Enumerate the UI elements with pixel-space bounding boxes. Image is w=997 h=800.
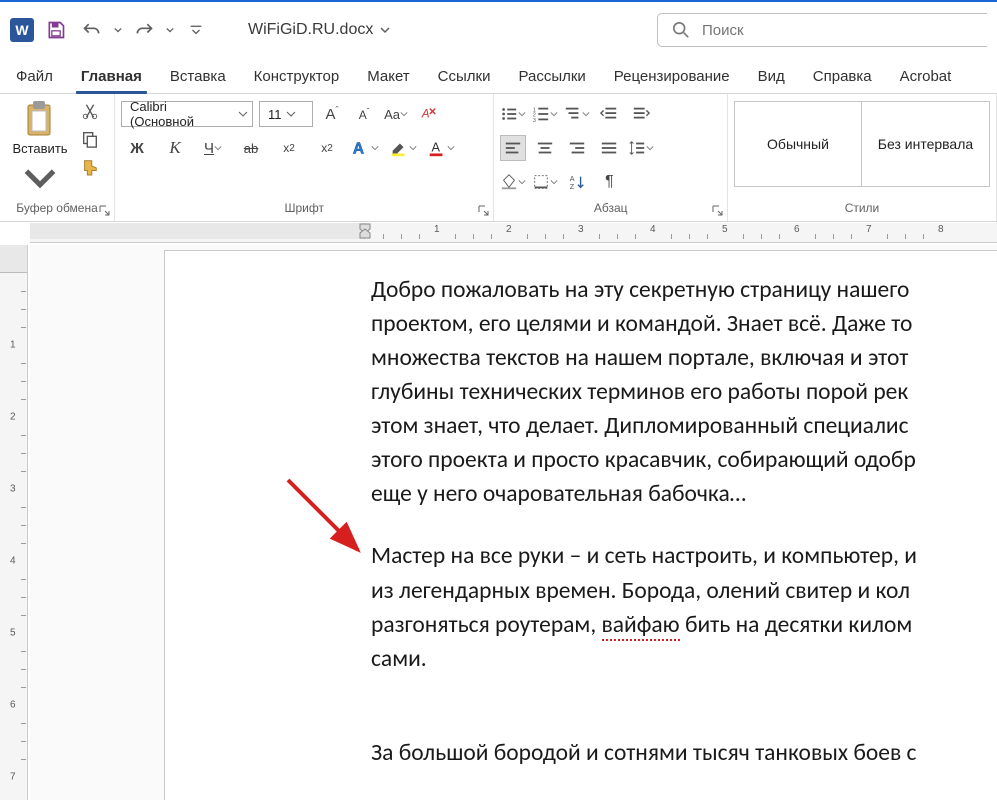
search-box[interactable]	[657, 13, 987, 47]
chevron-down-icon	[379, 24, 391, 36]
clear-formatting-button[interactable]: A	[415, 101, 441, 127]
show-marks-button[interactable]: ¶	[596, 169, 622, 195]
decrease-indent-button[interactable]	[596, 101, 622, 127]
underline-button[interactable]: Ч	[197, 135, 229, 161]
redo-button[interactable]	[130, 16, 158, 44]
tab-mailings[interactable]: Рассылки	[504, 62, 599, 93]
svg-text:A: A	[353, 140, 364, 157]
font-color-button[interactable]: A	[425, 135, 457, 161]
align-center-button[interactable]	[532, 135, 558, 161]
style-no-spacing[interactable]: Без интервала	[862, 101, 990, 187]
tab-references[interactable]: Ссылки	[424, 62, 505, 93]
ribbon-tabs: Файл Главная Вставка Конструктор Макет С…	[0, 58, 997, 94]
strikethrough-button[interactable]: ab	[235, 135, 267, 161]
save-button[interactable]	[42, 16, 70, 44]
group-styles-label: Стили	[734, 199, 990, 219]
document-name-label: WiFiGiD.RU.docx	[248, 21, 373, 39]
highlight-button[interactable]	[387, 135, 419, 161]
tab-help[interactable]: Справка	[799, 62, 886, 93]
shading-button[interactable]	[500, 169, 526, 195]
group-font: Calibri (Основной 11 Aˆ Aˇ Aa A Ж К Ч ab…	[115, 94, 494, 221]
decrease-font-button[interactable]: Aˇ	[351, 101, 377, 127]
text-line[interactable]: Мастер на все руки – и сеть настроить, и…	[371, 539, 997, 675]
ruler-scale: 12345678	[365, 223, 997, 239]
group-clipboard: Вставить Буфер обмена	[0, 94, 115, 221]
tab-layout[interactable]: Макет	[353, 62, 423, 93]
increase-font-button[interactable]: Aˆ	[319, 101, 345, 127]
paste-label: Вставить	[12, 141, 67, 156]
text-line[interactable]: За большой бородой и сотнями тысяч танко…	[371, 736, 997, 770]
svg-text:A: A	[432, 140, 441, 155]
svg-text:A: A	[421, 108, 430, 121]
clipboard-dialog-launcher[interactable]	[97, 203, 111, 217]
subscript-button[interactable]: x2	[273, 135, 305, 161]
bullets-button[interactable]	[500, 101, 526, 127]
app-word-icon: W	[10, 18, 34, 42]
align-left-button[interactable]	[500, 135, 526, 161]
paste-button[interactable]: Вставить	[6, 99, 74, 198]
search-input[interactable]	[702, 22, 973, 39]
document-title[interactable]: WiFiGiD.RU.docx	[248, 21, 391, 39]
search-icon	[672, 21, 690, 39]
style-normal[interactable]: Обычный	[734, 101, 862, 187]
group-clipboard-label: Буфер обмена	[6, 199, 108, 219]
sort-button[interactable]: AZ	[564, 169, 590, 195]
group-styles: Обычный Без интервала Стили	[728, 94, 997, 221]
increase-indent-button[interactable]	[628, 101, 654, 127]
group-paragraph-label: Абзац	[500, 199, 721, 219]
document-canvas[interactable]: Добро пожаловать на эту секретную страни…	[30, 245, 997, 800]
svg-text:3: 3	[533, 118, 536, 123]
cut-button[interactable]	[78, 99, 102, 123]
copy-button[interactable]	[78, 127, 102, 151]
italic-button[interactable]: К	[159, 135, 191, 161]
numbering-button[interactable]: 123	[532, 101, 558, 127]
qat-customize-button[interactable]	[182, 16, 210, 44]
superscript-button[interactable]: x2	[311, 135, 343, 161]
tab-insert[interactable]: Вставка	[156, 62, 240, 93]
tab-acrobat[interactable]: Acrobat	[886, 62, 966, 93]
borders-button[interactable]	[532, 169, 558, 195]
tab-file[interactable]: Файл	[2, 62, 67, 93]
text-effects-button[interactable]: A	[349, 135, 381, 161]
format-painter-button[interactable]	[78, 155, 102, 179]
title-bar: W WiFiGiD.RU.docx	[0, 0, 997, 58]
bold-button[interactable]: Ж	[121, 135, 153, 161]
group-font-label: Шрифт	[121, 199, 487, 219]
change-case-button[interactable]: Aa	[383, 101, 409, 127]
align-right-button[interactable]	[564, 135, 590, 161]
font-name-select[interactable]: Calibri (Основной	[121, 101, 253, 127]
undo-button[interactable]	[78, 16, 106, 44]
font-dialog-launcher[interactable]	[476, 203, 490, 217]
font-size-select[interactable]: 11	[259, 101, 313, 127]
group-paragraph: 123 AZ ¶ Абзац	[494, 94, 728, 221]
text-line[interactable]: Добро пожаловать на эту секретную страни…	[371, 273, 997, 511]
tab-design[interactable]: Конструктор	[240, 62, 354, 93]
justify-button[interactable]	[596, 135, 622, 161]
redo-dropdown-icon[interactable]	[166, 26, 174, 34]
ribbon: Вставить Буфер обмена Calibri (Основной …	[0, 94, 997, 222]
paragraph-dialog-launcher[interactable]	[710, 203, 724, 217]
horizontal-ruler[interactable]: 12345678	[30, 223, 997, 243]
undo-dropdown-icon[interactable]	[114, 26, 122, 34]
page[interactable]: Добро пожаловать на эту секретную страни…	[164, 250, 997, 800]
vertical-ruler[interactable]: 1234567	[0, 245, 28, 800]
multilevel-list-button[interactable]	[564, 101, 590, 127]
svg-text:Z: Z	[570, 182, 575, 191]
indent-marker-icon[interactable]	[359, 223, 371, 239]
paste-dropdown-icon[interactable]	[23, 158, 57, 198]
tab-home[interactable]: Главная	[67, 62, 156, 93]
tab-view[interactable]: Вид	[744, 62, 799, 93]
line-spacing-button[interactable]	[628, 135, 654, 161]
tab-review[interactable]: Рецензирование	[600, 62, 744, 93]
